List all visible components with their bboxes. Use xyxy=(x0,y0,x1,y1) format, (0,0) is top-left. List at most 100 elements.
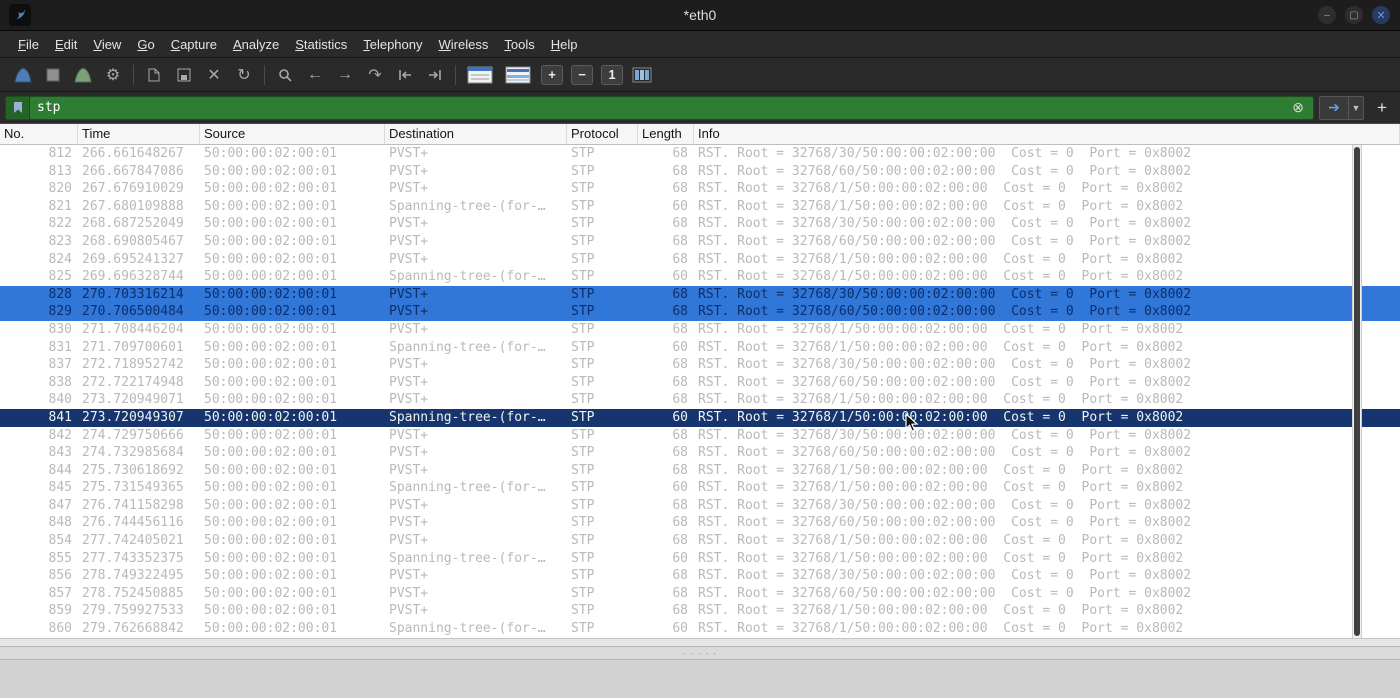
cell-no: 823 xyxy=(48,233,72,249)
menu-go[interactable]: Go xyxy=(129,37,162,52)
go-back-icon[interactable]: ← xyxy=(300,61,330,89)
packet-row[interactable]: 845 275.731549365 50:00:00:02:00:01 Span… xyxy=(0,479,1400,497)
capture-stop-icon[interactable] xyxy=(38,61,68,89)
filter-clear-icon[interactable]: ⊗ xyxy=(1283,99,1313,116)
cell-info: RST. Root = 32768/1/50:00:00:02:00:00 Co… xyxy=(698,269,1184,285)
cell-info: RST. Root = 32768/1/50:00:00:02:00:00 Co… xyxy=(698,550,1184,566)
save-file-icon[interactable] xyxy=(169,61,199,89)
packet-row[interactable]: 831 271.709700601 50:00:00:02:00:01 Span… xyxy=(0,338,1400,357)
next-packet-icon[interactable] xyxy=(420,61,450,89)
packet-row[interactable]: 823 268.690805467 50:00:00:02:00:01 PVST… xyxy=(0,232,1400,251)
packet-row[interactable]: 842 274.729750666 50:00:00:02:00:01 PVST… xyxy=(0,426,1400,445)
packet-row[interactable]: 837 272.718952742 50:00:00:02:00:01 PVST… xyxy=(0,356,1400,374)
packet-row[interactable]: 856 278.749322495 50:00:00:02:00:01 PVST… xyxy=(0,567,1400,585)
packet-row[interactable]: 860 279.762668842 50:00:00:02:00:01 Span… xyxy=(0,620,1400,638)
menu-edit[interactable]: Edit xyxy=(47,37,85,52)
menu-capture[interactable]: Capture xyxy=(163,37,225,52)
menu-telephony[interactable]: Telephony xyxy=(355,37,430,52)
filter-dropdown-icon[interactable]: ▼ xyxy=(1349,95,1364,120)
packet-row[interactable]: 821 267.680109888 50:00:00:02:00:01 Span… xyxy=(0,197,1400,216)
auto-scroll-icon[interactable] xyxy=(461,61,499,89)
column-header-length[interactable]: Length xyxy=(638,124,694,144)
close-file-icon[interactable]: ✕ xyxy=(199,61,229,89)
packet-row[interactable]: 859 279.759927533 50:00:00:02:00:01 PVST… xyxy=(0,602,1400,621)
capture-start-icon[interactable] xyxy=(8,61,38,89)
packet-rows: 812 266.661648267 50:00:00:02:00:01 PVST… xyxy=(0,145,1400,638)
cell-time: 266.661648267 xyxy=(82,146,184,161)
zoom-in-icon[interactable]: + xyxy=(537,61,567,89)
column-header-protocol[interactable]: Protocol xyxy=(567,124,638,144)
cell-time: 270.706500484 xyxy=(82,304,184,320)
packet-row[interactable]: 843 274.732985684 50:00:00:02:00:01 PVST… xyxy=(0,444,1400,462)
packet-row[interactable]: 830 271.708446204 50:00:00:02:00:01 PVST… xyxy=(0,320,1400,339)
zoom-out-icon[interactable]: − xyxy=(567,61,597,89)
minimize-button[interactable]: – xyxy=(1318,6,1336,24)
menu-analyze[interactable]: Analyze xyxy=(225,37,287,52)
packet-row[interactable]: 820 267.676910029 50:00:00:02:00:01 PVST… xyxy=(0,180,1400,198)
horizontal-scrollbar[interactable] xyxy=(0,637,1400,646)
menubar: File Edit View Go Capture Analyze Statis… xyxy=(0,30,1400,57)
packet-row[interactable]: 838 272.722174948 50:00:00:02:00:01 PVST… xyxy=(0,373,1400,392)
packet-row[interactable]: 828 270.703316214 50:00:00:02:00:01 PVST… xyxy=(0,285,1400,304)
display-filter-input[interactable]: stp ⊗ xyxy=(5,95,1314,120)
packet-row[interactable]: 812 266.661648267 50:00:00:02:00:01 PVST… xyxy=(0,145,1400,163)
cell-destination: PVST+ xyxy=(389,515,429,531)
packet-row[interactable]: 841 273.720949307 50:00:00:02:00:01 Span… xyxy=(0,408,1400,427)
capture-options-icon[interactable]: ⚙ xyxy=(98,61,128,89)
packet-row[interactable]: 824 269.695241327 50:00:00:02:00:01 PVST… xyxy=(0,250,1400,269)
app-icon xyxy=(9,4,31,26)
previous-packet-icon[interactable] xyxy=(390,61,420,89)
cell-length: 68 xyxy=(672,392,688,408)
kali-dragon-icon xyxy=(15,9,25,20)
go-to-packet-icon[interactable]: ↷ xyxy=(360,61,390,89)
column-header-time[interactable]: Time xyxy=(78,124,200,144)
packet-row[interactable]: 847 276.741158298 50:00:00:02:00:01 PVST… xyxy=(0,496,1400,515)
add-filter-button[interactable]: + xyxy=(1369,98,1395,118)
packet-row[interactable]: 854 277.742405021 50:00:00:02:00:01 PVST… xyxy=(0,532,1400,550)
capture-restart-icon[interactable] xyxy=(68,61,98,89)
packet-row[interactable]: 844 275.730618692 50:00:00:02:00:01 PVST… xyxy=(0,461,1400,480)
packet-list: No. Time Source Destination Protocol Len… xyxy=(0,123,1400,638)
packet-row[interactable]: 825 269.696328744 50:00:00:02:00:01 Span… xyxy=(0,268,1400,286)
cell-destination: PVST+ xyxy=(389,286,429,302)
packet-row[interactable]: 813 266.667847086 50:00:00:02:00:01 PVST… xyxy=(0,162,1400,181)
scrollbar-thumb[interactable] xyxy=(1354,147,1360,636)
menu-view[interactable]: View xyxy=(85,37,129,52)
packet-row[interactable]: 848 276.744456116 50:00:00:02:00:01 PVST… xyxy=(0,514,1400,533)
menu-wireless[interactable]: Wireless xyxy=(431,37,497,52)
cell-destination: PVST+ xyxy=(389,533,429,549)
find-packet-icon[interactable] xyxy=(270,61,300,89)
column-header-no[interactable]: No. xyxy=(0,124,78,144)
menu-tools[interactable]: Tools xyxy=(496,37,542,52)
cell-time: 271.708446204 xyxy=(82,321,184,337)
colorize-icon[interactable] xyxy=(499,61,537,89)
menu-help[interactable]: Help xyxy=(543,37,586,52)
vertical-scrollbar[interactable] xyxy=(1352,145,1362,638)
packet-row[interactable]: 840 273.720949071 50:00:00:02:00:01 PVST… xyxy=(0,391,1400,409)
reload-icon[interactable]: ↻ xyxy=(229,61,259,89)
filter-apply-button[interactable]: ➔ xyxy=(1319,95,1349,120)
packet-row[interactable]: 822 268.687252049 50:00:00:02:00:01 PVST… xyxy=(0,215,1400,233)
menu-statistics[interactable]: Statistics xyxy=(287,37,355,52)
cell-no: 825 xyxy=(48,269,72,285)
cell-no: 857 xyxy=(48,585,72,601)
filter-bookmark-icon[interactable] xyxy=(6,96,30,119)
packet-row[interactable]: 855 277.743352375 50:00:00:02:00:01 Span… xyxy=(0,549,1400,568)
normal-size-icon[interactable]: 1 xyxy=(597,61,627,89)
open-file-icon[interactable] xyxy=(139,61,169,89)
maximize-button[interactable]: ▢ xyxy=(1345,6,1363,24)
cell-protocol: STP xyxy=(571,392,595,408)
column-header-source[interactable]: Source xyxy=(200,124,385,144)
filter-value[interactable]: stp xyxy=(30,100,1283,115)
resize-columns-icon[interactable] xyxy=(627,61,657,89)
menu-file[interactable]: File xyxy=(10,37,47,52)
splitter-handle[interactable]: · · · · · xyxy=(683,648,717,658)
packet-row[interactable]: 829 270.706500484 50:00:00:02:00:01 PVST… xyxy=(0,303,1400,321)
column-header-info[interactable]: Info xyxy=(694,124,1400,144)
packet-row[interactable]: 857 278.752450885 50:00:00:02:00:01 PVST… xyxy=(0,584,1400,603)
toolbar-separator xyxy=(264,64,265,85)
go-forward-icon[interactable]: → xyxy=(330,61,360,89)
pane-splitter[interactable]: · · · · · xyxy=(0,645,1400,659)
column-header-destination[interactable]: Destination xyxy=(385,124,567,144)
close-button[interactable]: ✕ xyxy=(1372,6,1390,24)
